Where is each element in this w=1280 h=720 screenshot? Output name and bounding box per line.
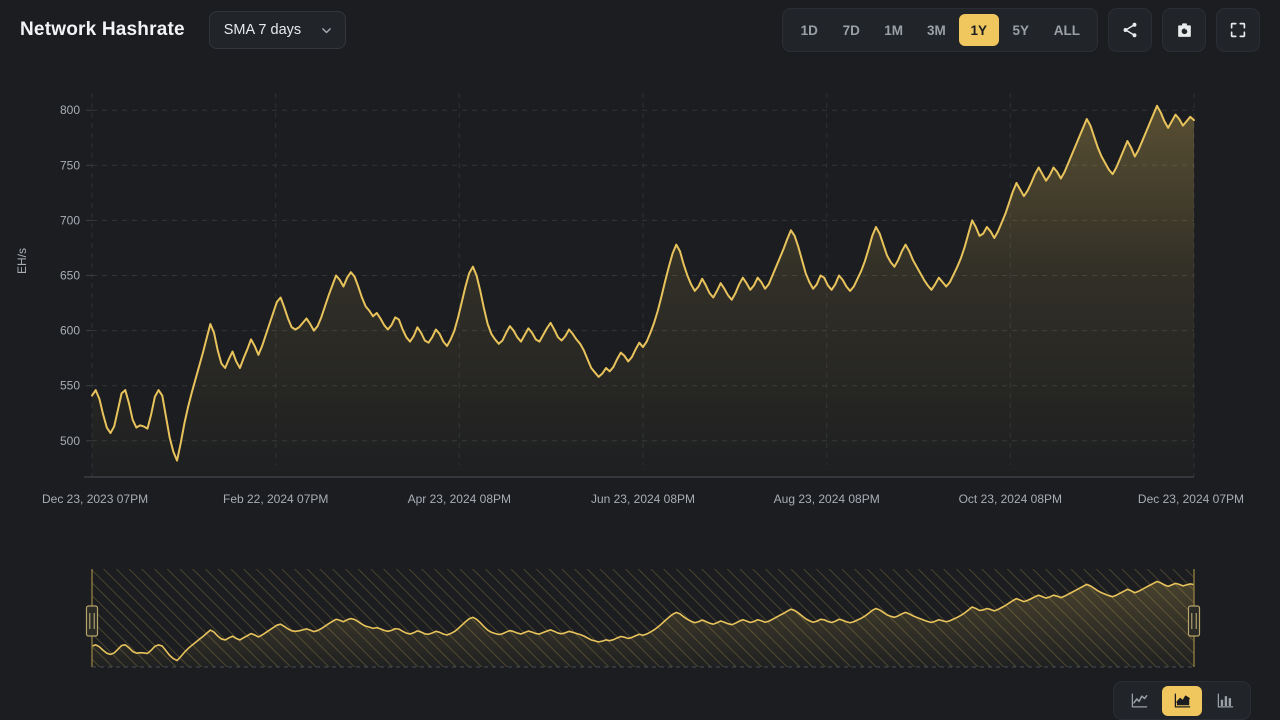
area-chart-button[interactable] bbox=[1162, 686, 1202, 716]
sma-period-label: SMA 7 days bbox=[224, 22, 301, 38]
y-axis-label: EH/s bbox=[15, 248, 29, 274]
svg-text:550: 550 bbox=[60, 379, 80, 393]
share-button[interactable] bbox=[1108, 8, 1152, 52]
navigator-svg[interactable] bbox=[0, 555, 1280, 680]
line-chart-button[interactable] bbox=[1119, 686, 1159, 716]
network-hashrate-chart-page: Network Hashrate SMA 7 days 1D7D1M3M1Y5Y… bbox=[0, 0, 1280, 720]
bar-chart-icon bbox=[1216, 691, 1235, 710]
svg-text:Dec 23, 2023 07PM: Dec 23, 2023 07PM bbox=[42, 492, 148, 506]
line-chart-icon bbox=[1130, 691, 1149, 710]
page-title: Network Hashrate bbox=[20, 19, 185, 41]
svg-text:500: 500 bbox=[60, 434, 80, 448]
navigator-right-handle[interactable] bbox=[1189, 606, 1200, 636]
main-chart[interactable]: EH/s 500 550 600 650 700 750 800 Dec 23, 2023 0… bbox=[0, 60, 1280, 510]
range-button-1d[interactable]: 1D bbox=[789, 14, 829, 46]
chart-navigator[interactable] bbox=[0, 555, 1280, 680]
range-button-3m[interactable]: 3M bbox=[916, 14, 957, 46]
svg-text:Jun 23, 2024 08PM: Jun 23, 2024 08PM bbox=[591, 492, 695, 506]
svg-text:800: 800 bbox=[60, 103, 80, 117]
range-button-all[interactable]: ALL bbox=[1043, 14, 1091, 46]
chart-type-group bbox=[1113, 681, 1251, 720]
range-button-1y[interactable]: 1Y bbox=[959, 14, 999, 46]
snapshot-button[interactable] bbox=[1162, 8, 1206, 52]
navigator-left-handle[interactable] bbox=[87, 606, 98, 636]
svg-text:650: 650 bbox=[60, 269, 80, 283]
range-button-1m[interactable]: 1M bbox=[873, 14, 914, 46]
sma-period-select[interactable]: SMA 7 days bbox=[209, 11, 346, 49]
range-button-7d[interactable]: 7D bbox=[831, 14, 871, 46]
chevron-down-icon bbox=[320, 24, 333, 37]
svg-text:700: 700 bbox=[60, 213, 80, 227]
svg-text:Dec 23, 2024 07PM: Dec 23, 2024 07PM bbox=[1138, 492, 1244, 506]
svg-text:750: 750 bbox=[60, 158, 80, 172]
svg-text:600: 600 bbox=[60, 324, 80, 338]
svg-text:Feb 22, 2024 07PM: Feb 22, 2024 07PM bbox=[223, 492, 328, 506]
fullscreen-button[interactable] bbox=[1216, 8, 1260, 52]
bar-chart-button[interactable] bbox=[1205, 686, 1245, 716]
range-button-5y[interactable]: 5Y bbox=[1001, 14, 1041, 46]
main-chart-svg[interactable]: 500 550 600 650 700 750 800 Dec 23, 2023 07PM Fe… bbox=[0, 60, 1280, 510]
time-range-group: 1D7D1M3M1Y5YALL bbox=[782, 8, 1098, 52]
header-actions: 1D7D1M3M1Y5YALL bbox=[782, 8, 1260, 52]
svg-text:Aug 23, 2024 08PM: Aug 23, 2024 08PM bbox=[774, 492, 880, 506]
svg-text:Apr 23, 2024 08PM: Apr 23, 2024 08PM bbox=[408, 492, 511, 506]
area-chart-icon bbox=[1173, 691, 1192, 710]
chart-header: Network Hashrate SMA 7 days 1D7D1M3M1Y5Y… bbox=[0, 0, 1280, 60]
svg-text:Oct 23, 2024 08PM: Oct 23, 2024 08PM bbox=[959, 492, 1062, 506]
